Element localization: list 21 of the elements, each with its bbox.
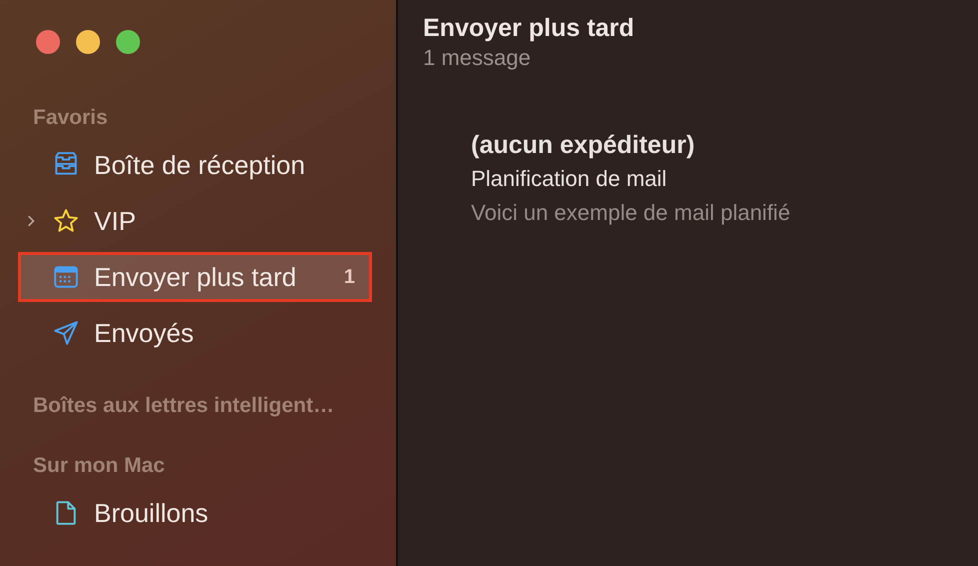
message-subject: Planification de mail [471,166,668,192]
window-control-button[interactable] [76,30,100,54]
section-header: Sur mon Mac [32,454,166,478]
calendar-icon [53,264,79,290]
message-preview: Voici un exemple de mail planifié [471,200,792,226]
unread-count: 1 [344,266,355,288]
sidebar-item[interactable]: Envoyer plus tard 1 [18,252,372,302]
sidebar-item[interactable]: Boîte de réception [18,140,372,190]
message-sender: (aucun expéditeur) [471,131,696,160]
mailbox-title: Envoyer plus tard [423,14,636,43]
window-control-button[interactable] [36,30,60,54]
message-count: 1 message [423,45,532,71]
paper-plane-icon [53,320,79,346]
sidebar-item[interactable]: Brouillons [18,488,372,538]
section-header: Favoris [32,106,109,130]
sidebar-item[interactable]: Envoyés [18,308,372,358]
chevron-icon[interactable] [27,215,35,227]
window-control-button[interactable] [116,30,140,54]
sidebar-item[interactable]: VIP [18,196,372,246]
section-header: Boîtes aux lettres intelligent… [32,394,336,418]
star-icon [53,208,79,234]
